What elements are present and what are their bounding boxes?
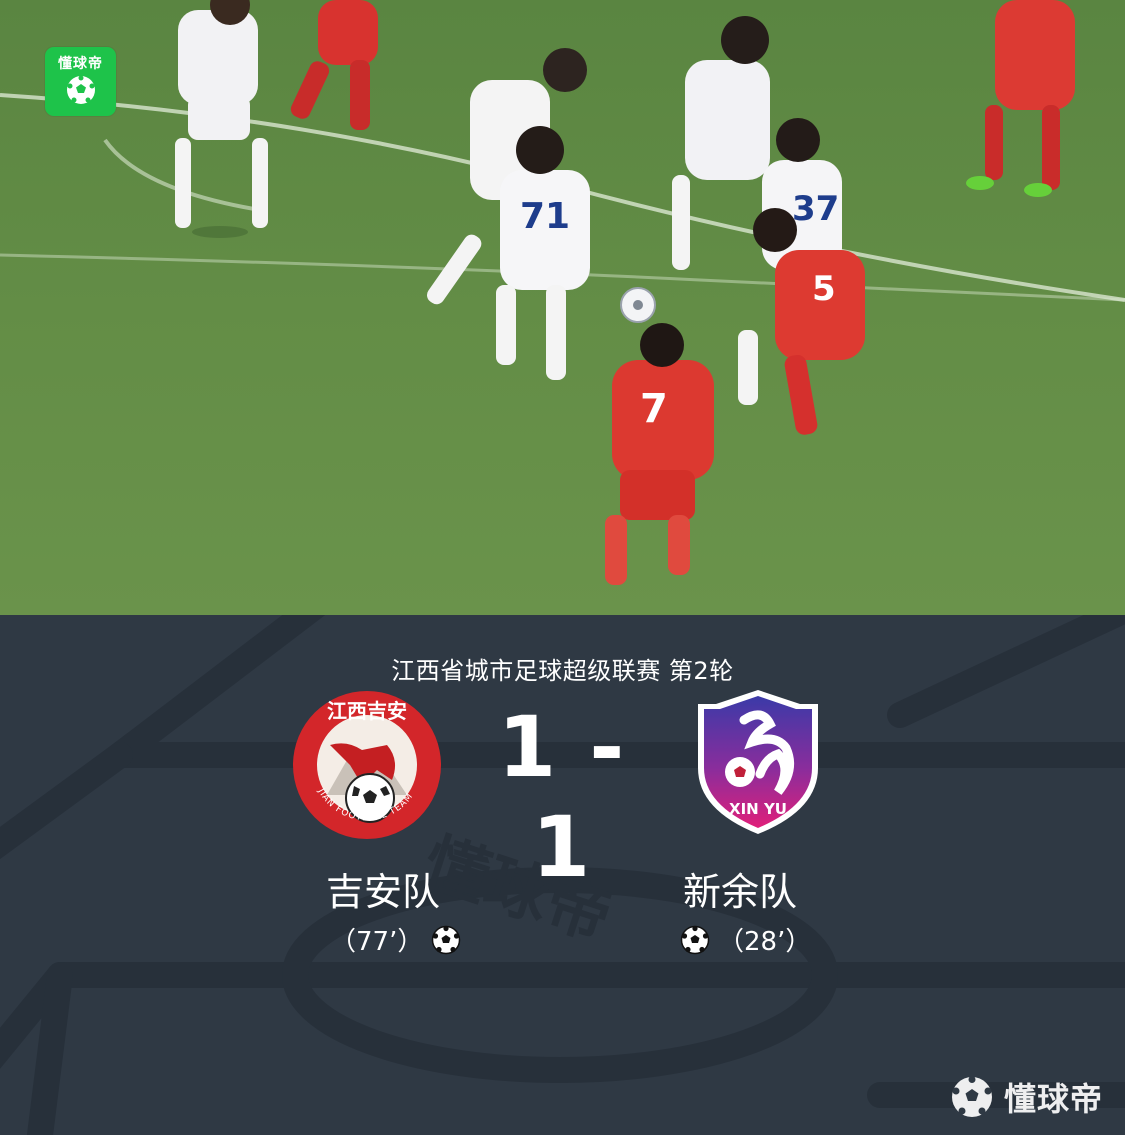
app-logo-text: 懂球帝	[58, 56, 103, 72]
soccer-ball-icon	[951, 1076, 992, 1117]
goal-ball-icon	[432, 925, 461, 954]
match-score: 1 - 1	[497, 698, 627, 896]
home-goal-event: （77’）	[330, 921, 461, 958]
soccer-ball-icon	[67, 75, 95, 104]
jersey-number: 71	[520, 196, 570, 237]
match-photo: 71 37 5 7 懂球帝	[0, 0, 1125, 615]
jersey-number: 5	[812, 269, 836, 309]
away-goal-time: （28’）	[718, 927, 812, 957]
home-team-crest: 江西吉安 JIAN FOOTBALL TEAM	[293, 691, 441, 839]
jersey-number: 7	[640, 386, 668, 432]
app-logo-badge: 懂球帝	[45, 47, 116, 116]
away-goal-event: （28’）	[680, 921, 811, 958]
brand-watermark: 懂球帝	[950, 1074, 1103, 1120]
league-round-title: 江西省城市足球超级联赛 第2轮	[391, 657, 734, 685]
pitch-scene: 71 37 5 7	[0, 0, 1125, 615]
home-goal-time: （77’）	[330, 927, 424, 957]
jersey-number: 37	[792, 189, 839, 229]
scoreboard: 懂球帝 江西省城市足球超级联赛 第2轮 江西吉安 JIAN FOOTBALL T…	[0, 615, 1125, 1135]
home-team-name: 吉安队	[325, 870, 440, 914]
brand-watermark-text: 懂球帝	[1003, 1080, 1103, 1118]
away-team-crest: XIN YU	[698, 690, 818, 834]
home-crest-top-text: 江西吉安	[327, 699, 407, 723]
match-ball	[620, 287, 656, 323]
away-team-name: 新余队	[682, 870, 797, 914]
away-crest-text: XIN YU	[729, 800, 787, 818]
goal-ball-icon	[680, 925, 710, 954]
